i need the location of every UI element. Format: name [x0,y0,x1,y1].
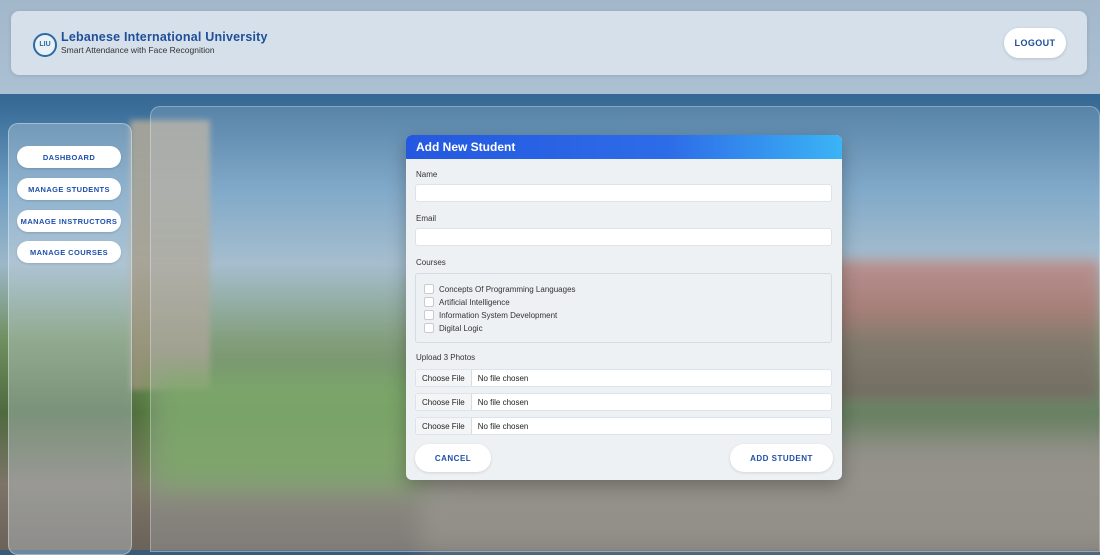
course-label: Artificial Intelligence [439,297,510,307]
add-student-button[interactable]: ADD STUDENT [730,444,833,472]
modal-title: Add New Student [406,135,842,159]
app-subtitle: Smart Attendance with Face Recognition [61,45,215,55]
name-label: Name [416,170,438,179]
email-input[interactable] [415,228,832,246]
cancel-button[interactable]: CANCEL [415,444,491,472]
course-label: Concepts Of Programming Languages [439,284,576,294]
header: LIU Lebanese International University Sm… [11,11,1087,75]
course-checkbox[interactable] [424,297,434,307]
upload-photos-label: Upload 3 Photos [416,353,476,362]
sidebar-item-manage-students[interactable]: MANAGE STUDENTS [17,178,121,200]
file-status: No file chosen [477,421,529,431]
email-label: Email [416,214,437,223]
university-name: Lebanese International University [61,30,268,44]
university-logo-icon: LIU [33,33,57,57]
course-option-information-system-development[interactable]: Information System Development [424,309,557,321]
course-checkbox[interactable] [424,284,434,294]
courses-list: Concepts Of Programming Languages Artifi… [415,273,832,343]
file-status: No file chosen [477,397,529,407]
sidebar-item-manage-instructors[interactable]: MANAGE INSTRUCTORS [17,210,121,232]
course-option-artificial-intelligence[interactable]: Artificial Intelligence [424,296,510,308]
sidebar: DASHBOARD MANAGE STUDENTS MANAGE INSTRUC… [8,123,132,555]
sidebar-item-dashboard[interactable]: DASHBOARD [17,146,121,168]
choose-file-button[interactable]: Choose File [416,370,472,386]
choose-file-button[interactable]: Choose File [416,418,472,434]
course-checkbox[interactable] [424,310,434,320]
photo-upload-3: Choose File No file chosen [415,417,832,435]
photo-upload-2: Choose File No file chosen [415,393,832,411]
course-checkbox[interactable] [424,323,434,333]
course-label: Digital Logic [439,323,483,333]
course-option-digital-logic[interactable]: Digital Logic [424,322,483,334]
course-option-programming-languages[interactable]: Concepts Of Programming Languages [424,283,576,295]
choose-file-button[interactable]: Choose File [416,394,472,410]
file-status: No file chosen [477,373,529,383]
sidebar-item-manage-courses[interactable]: MANAGE COURSES [17,241,121,263]
logout-button[interactable]: LOGOUT [1004,28,1066,58]
courses-label: Courses [416,258,446,267]
name-input[interactable] [415,184,832,202]
add-student-modal: Add New Student Name Email Courses Conce… [406,135,842,480]
course-label: Information System Development [439,310,558,320]
header-band: LIU Lebanese International University Sm… [0,0,1100,94]
photo-upload-1: Choose File No file chosen [415,369,832,387]
